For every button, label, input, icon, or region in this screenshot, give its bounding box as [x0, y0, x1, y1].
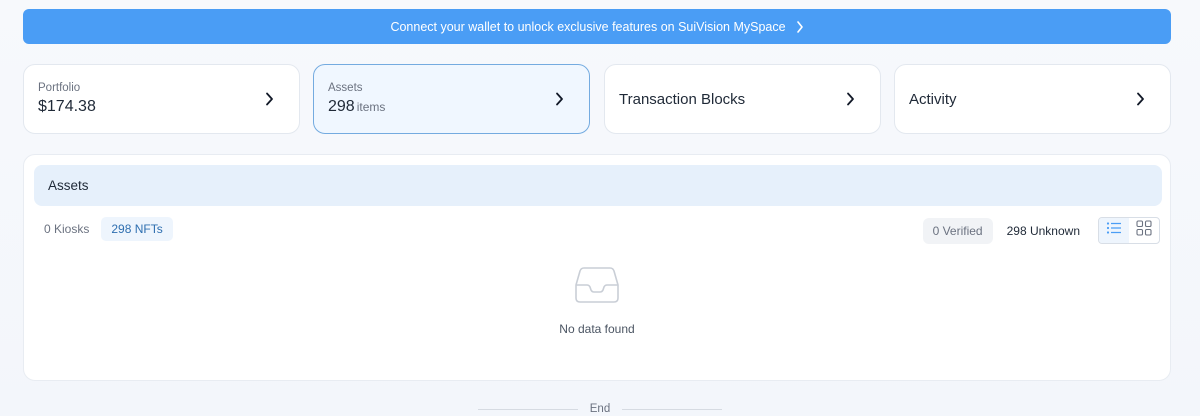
panel-title: Assets: [34, 165, 1162, 206]
list-view-button[interactable]: [1099, 218, 1129, 243]
chevron-right-icon: [840, 89, 860, 109]
tab-nfts[interactable]: 298 NFTs: [101, 217, 173, 241]
verified-filter[interactable]: 0 Verified: [922, 217, 993, 244]
banner-text: Connect your wallet to unlock exclusive …: [390, 19, 786, 34]
end-of-list: End: [0, 403, 1200, 415]
assets-unit: items: [356, 100, 386, 114]
assets-value: 298 items: [328, 98, 549, 116]
asset-tabs: 0 Kiosks 298 NFTs: [34, 217, 175, 241]
transaction-blocks-title: Transaction Blocks: [619, 90, 746, 108]
assets-card[interactable]: Assets 298 items: [313, 64, 590, 134]
assets-count: 298: [328, 98, 355, 115]
unknown-filter[interactable]: 298 Unknown: [997, 218, 1090, 244]
chevron-right-icon: [259, 89, 279, 109]
grid-view-icon: [1136, 220, 1152, 241]
end-divider-right: [622, 408, 723, 410]
chevron-right-icon: [796, 20, 804, 33]
assets-panel: Assets 0 Kiosks 298 NFTs 0 Verified 298 …: [23, 154, 1171, 381]
connect-wallet-banner[interactable]: Connect your wallet to unlock exclusive …: [23, 9, 1171, 44]
chevron-right-icon: [1130, 89, 1150, 109]
grid-view-button[interactable]: [1129, 218, 1159, 243]
activity-title: Activity: [909, 90, 957, 108]
asset-filters: 0 Verified 298 Unknown: [919, 217, 1160, 244]
tab-kiosks[interactable]: 0 Kiosks: [34, 217, 99, 241]
list-view-icon: [1106, 221, 1122, 240]
assets-label: Assets: [328, 82, 363, 94]
empty-inbox-icon: [574, 265, 620, 310]
chevron-right-icon: [549, 89, 569, 109]
transaction-blocks-card[interactable]: Transaction Blocks: [604, 64, 881, 134]
end-divider-left: [477, 408, 578, 410]
empty-message: No data found: [559, 322, 635, 336]
empty-state: No data found: [24, 265, 1170, 336]
stat-cards: Portfolio $174.38 Assets 298 items Transa…: [23, 64, 1171, 134]
activity-card[interactable]: Activity: [894, 64, 1171, 134]
portfolio-card[interactable]: Portfolio $174.38: [23, 64, 300, 134]
portfolio-label: Portfolio: [38, 82, 81, 94]
end-label: End: [589, 403, 611, 415]
view-toggle: [1098, 217, 1160, 244]
portfolio-value: $174.38: [38, 98, 96, 115]
